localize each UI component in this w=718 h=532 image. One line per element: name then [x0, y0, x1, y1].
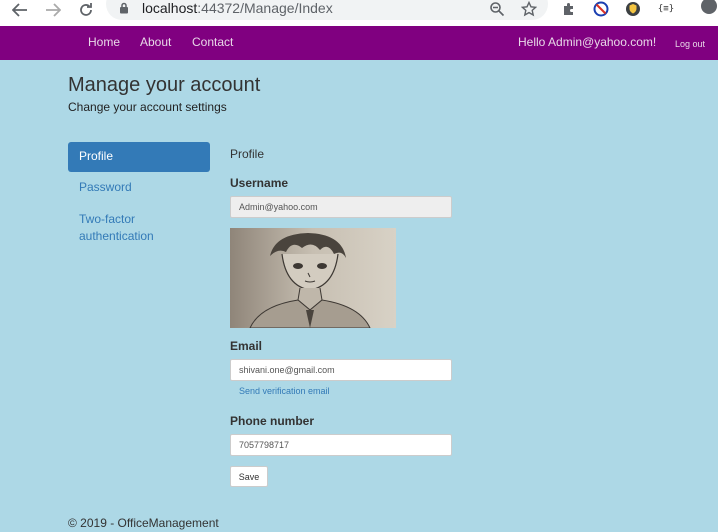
zoom-icon[interactable] — [487, 0, 507, 18]
avatar[interactable] — [699, 0, 718, 18]
nav-contact-link[interactable]: Contact — [192, 35, 233, 49]
page-title: Manage your account — [68, 74, 261, 96]
username-label: Username — [230, 176, 289, 190]
phone-field[interactable]: 7057798717 — [230, 434, 452, 456]
sidebar-item-two-factor[interactable]: Two-factor — [79, 211, 135, 228]
url-text[interactable]: localhost:44372/Manage/Index — [142, 0, 333, 16]
star-icon[interactable] — [519, 0, 539, 18]
send-verification-link[interactable]: Send verification email — [239, 386, 330, 396]
reload-icon[interactable] — [74, 0, 98, 20]
sidebar-item-password[interactable]: Password — [79, 179, 132, 196]
forward-icon[interactable] — [41, 0, 65, 20]
page-subtitle: Change your account settings — [68, 100, 227, 114]
phone-label: Phone number — [230, 414, 315, 428]
nav-home-link[interactable]: Home — [88, 35, 120, 49]
shield-icon[interactable] — [623, 0, 643, 18]
json-label: {≡} — [657, 4, 675, 14]
back-icon[interactable] — [8, 0, 32, 20]
blocked-icon[interactable] — [591, 0, 611, 18]
extensions-icon[interactable] — [559, 0, 579, 18]
json-icon[interactable]: {≡} — [655, 0, 677, 18]
section-heading: Profile — [230, 147, 265, 161]
nav-about-link[interactable]: About — [140, 35, 171, 49]
sidebar-item-profile[interactable]: Profile — [68, 142, 210, 172]
email-field[interactable]: shivani.one@gmail.com — [230, 359, 452, 381]
footer-text: © 2019 - OfficeManagement — [68, 516, 219, 530]
logout-link[interactable]: Log out — [675, 37, 705, 51]
username-field[interactable]: Admin@yahoo.com — [230, 196, 452, 218]
lock-icon[interactable] — [119, 1, 129, 19]
user-greeting-link[interactable]: Hello Admin@yahoo.com! — [518, 35, 656, 49]
email-label: Email — [230, 339, 263, 353]
save-button[interactable]: Save — [230, 466, 268, 487]
profile-picture — [230, 228, 396, 328]
sidebar-item-two-factor-line2[interactable]: authentication — [79, 228, 154, 245]
browser-toolbar: localhost:44372/Manage/Index {≡} — [0, 0, 718, 26]
site-navbar: Home About Contact Hello Admin@yahoo.com… — [0, 26, 718, 60]
